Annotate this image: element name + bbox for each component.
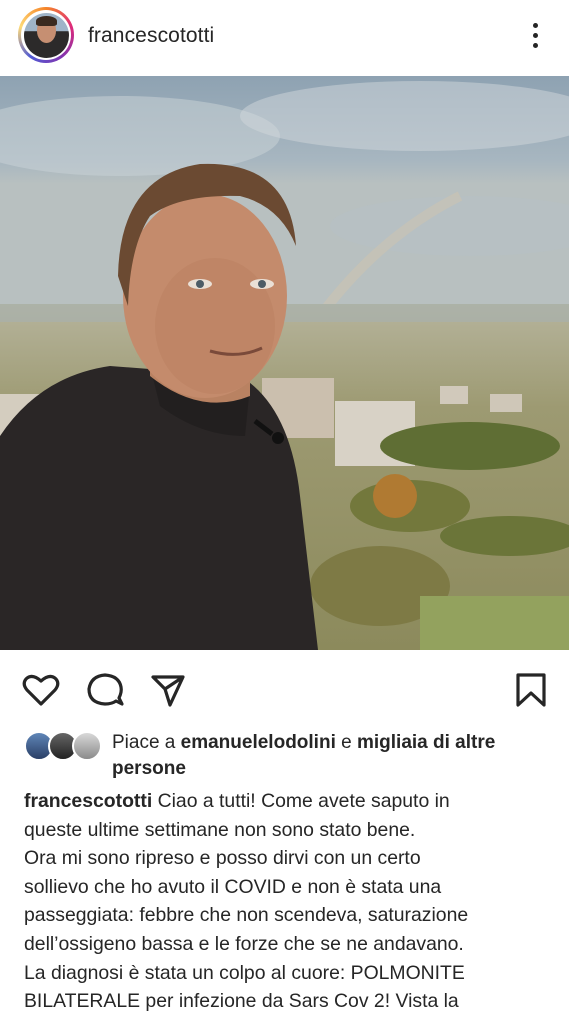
caption-line: sollievo che ho avuto il COVID e non è s… bbox=[24, 875, 442, 898]
caption-line: BILATERALE per infezione da Sars Cov 2! … bbox=[24, 990, 459, 1013]
post-caption: francescototti Ciao a tutti! Come avete … bbox=[24, 787, 559, 1016]
caption-username[interactable]: francescototti bbox=[24, 790, 152, 812]
send-icon bbox=[151, 675, 185, 707]
bookmark-icon bbox=[516, 673, 546, 707]
avatar-image bbox=[23, 12, 69, 58]
comment-icon bbox=[87, 673, 124, 706]
post-header: francescototti bbox=[0, 0, 569, 72]
likes-summary[interactable]: Piace a emanuelelodolini e migliaia di a… bbox=[24, 728, 554, 784]
caption-line: queste ultime settimane non sono stato b… bbox=[24, 818, 416, 841]
post-username[interactable]: francescototti bbox=[88, 24, 214, 48]
caption-line: La diagnosi è stata un colpo al cuore: P… bbox=[24, 961, 465, 984]
caption-line: passeggiata: febbre che non scendeva, sa… bbox=[24, 904, 469, 927]
caption-line: francescototti Ciao a tutti! Come avete … bbox=[24, 790, 450, 812]
liker-avatar bbox=[72, 731, 102, 761]
more-options-button[interactable] bbox=[522, 18, 548, 52]
likes-text: Piace a emanuelelodolini e migliaia di a… bbox=[112, 732, 496, 779]
liker-avatars bbox=[24, 731, 104, 761]
save-button[interactable] bbox=[511, 670, 551, 710]
like-button[interactable] bbox=[21, 670, 61, 710]
post-photo[interactable] bbox=[0, 76, 569, 650]
more-vertical-icon bbox=[532, 22, 538, 28]
caption-line: Ora mi sono ripreso e posso dirvi con un… bbox=[24, 847, 421, 870]
heart-icon bbox=[22, 674, 60, 706]
profile-avatar[interactable] bbox=[18, 7, 74, 63]
post-photo-illustration bbox=[0, 76, 569, 650]
post-action-bar bbox=[0, 660, 569, 720]
share-button[interactable] bbox=[148, 670, 188, 710]
caption-line: dell’ossigeno bassa e le forze che se ne… bbox=[24, 932, 464, 955]
comment-button[interactable] bbox=[85, 670, 125, 710]
liker-username[interactable]: emanuelelodolini bbox=[181, 732, 336, 753]
